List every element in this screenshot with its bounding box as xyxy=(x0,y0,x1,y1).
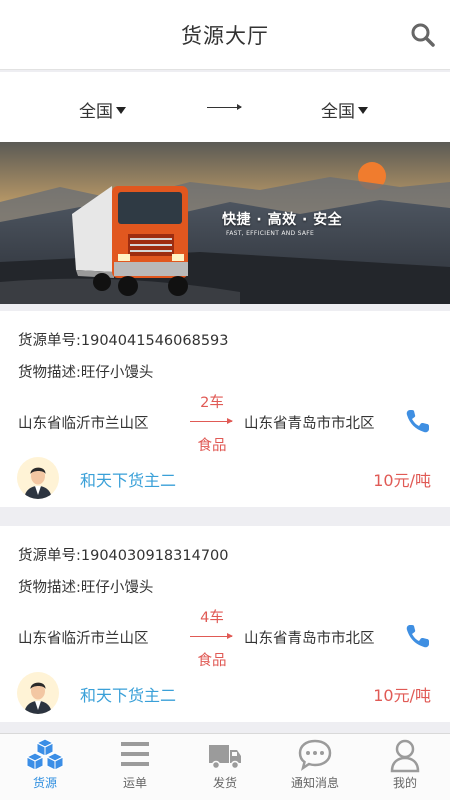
cargo-origin: 山东省临沂市兰山区 xyxy=(18,416,149,432)
freight-price: 10元/吨 xyxy=(373,686,431,705)
tab-cargo-label: 货源 xyxy=(32,776,57,790)
bottom-tab-bar: 货源 运单 发货 通知消息 我的 xyxy=(0,733,450,800)
destination-city-select[interactable]: 全国 xyxy=(321,97,368,122)
tab-ship-label: 发货 xyxy=(212,776,237,790)
page-title: 货源大厅 xyxy=(181,24,269,48)
promo-banner[interactable]: 快捷 · 高效 · 安全 FAST, EFFICIENT AND SAFE xyxy=(0,142,450,304)
cargo-card[interactable]: 货源单号:1904030918314700 货物描述:旺仔小馒头 山东省临沂市兰… xyxy=(0,526,450,722)
shipper-name-link[interactable]: 和天下货主二 xyxy=(80,682,176,706)
banner-slogan: 快捷 · 高效 · 安全 xyxy=(222,212,343,228)
tab-ship[interactable]: 发货 xyxy=(180,734,270,800)
avatar xyxy=(17,672,59,714)
cargo-origin: 山东省临沂市兰山区 xyxy=(18,631,149,647)
list-icon xyxy=(121,742,149,766)
cargo-type: 食品 xyxy=(197,438,227,454)
truck-icon xyxy=(209,745,241,770)
caret-down-icon xyxy=(358,107,368,114)
origin-city-label: 全国 xyxy=(79,102,113,122)
cargo-order-number: 货源单号:1904041546068593 xyxy=(18,333,229,349)
tab-cargo[interactable]: 货源 xyxy=(0,734,90,800)
cargo-description: 货物描述:旺仔小馒头 xyxy=(18,580,154,596)
cubes-icon xyxy=(25,738,65,771)
route-filter-bar: 全国 全国 xyxy=(0,72,450,142)
tab-waybill[interactable]: 运单 xyxy=(90,734,180,800)
route-arrow-icon xyxy=(190,633,233,639)
cargo-destination: 山东省青岛市市北区 xyxy=(244,631,375,647)
cargo-vehicle-count: 2车 xyxy=(200,395,224,411)
caret-down-icon xyxy=(116,107,126,114)
destination-city-label: 全国 xyxy=(321,102,355,122)
cargo-vehicle-count: 4车 xyxy=(200,610,224,626)
shipper-name-link[interactable]: 和天下货主二 xyxy=(80,467,176,491)
tab-notifications-label: 通知消息 xyxy=(290,776,339,790)
banner-slogan-en: FAST, EFFICIENT AND SAFE xyxy=(226,230,315,237)
cargo-destination: 山东省青岛市市北区 xyxy=(244,416,375,432)
header-bar: 货源大厅 xyxy=(0,0,450,70)
route-arrow-icon xyxy=(207,104,242,110)
tab-profile[interactable]: 我的 xyxy=(360,734,450,800)
cargo-card[interactable]: 货源单号:1904041546068593 货物描述:旺仔小馒头 山东省临沂市兰… xyxy=(0,311,450,507)
freight-price: 10元/吨 xyxy=(373,471,431,490)
chat-icon xyxy=(298,739,332,771)
tab-profile-label: 我的 xyxy=(392,776,417,790)
route-arrow-icon xyxy=(190,418,233,424)
phone-icon[interactable] xyxy=(404,622,432,650)
tab-waybill-label: 运单 xyxy=(122,776,147,790)
user-icon xyxy=(390,739,420,773)
avatar xyxy=(17,457,59,499)
origin-city-select[interactable]: 全国 xyxy=(79,97,126,122)
cargo-description: 货物描述:旺仔小馒头 xyxy=(18,365,154,381)
search-icon[interactable] xyxy=(410,22,436,48)
cargo-type: 食品 xyxy=(197,653,227,669)
tab-notifications[interactable]: 通知消息 xyxy=(270,734,360,800)
phone-icon[interactable] xyxy=(404,407,432,435)
cargo-order-number: 货源单号:1904030918314700 xyxy=(18,548,229,564)
